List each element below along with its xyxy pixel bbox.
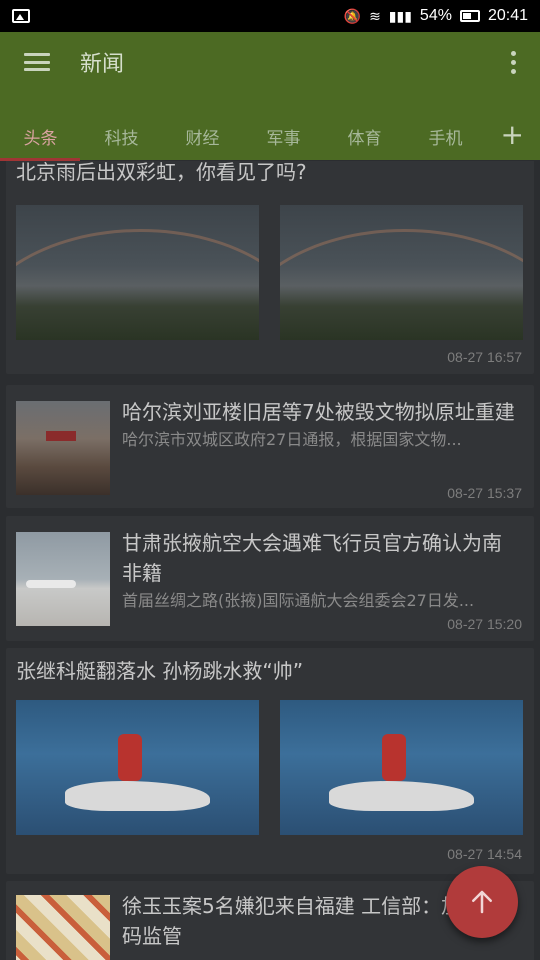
news-time: 08-27 15:37 [447, 485, 522, 501]
tab-military[interactable]: 军事 [243, 124, 324, 149]
clock: 20:41 [487, 7, 528, 24]
news-thumbnail [16, 532, 110, 626]
menu-icon[interactable] [24, 53, 50, 71]
news-summary: 哈尔滨市双城区政府27日通报，根据国家文物... [122, 430, 462, 449]
arrow-up-icon [472, 890, 492, 914]
battery-percent: 54% [419, 7, 452, 24]
news-title: 哈尔滨刘亚楼旧居等7处被毁文物拟原址重建 [122, 400, 515, 424]
news-card[interactable]: 北京雨后出双彩虹，你看见了吗? 08-27 16:57 [6, 161, 534, 374]
tab-sports[interactable]: 体育 [324, 124, 405, 149]
news-thumbnail [16, 895, 110, 960]
news-card[interactable]: 哈尔滨刘亚楼旧居等7处被毁文物拟原址重建 哈尔滨市双城区政府27日通报，根据国家… [6, 385, 534, 508]
news-image [16, 205, 259, 340]
wifi-icon: ≋ [369, 7, 381, 24]
news-card[interactable]: 张继科艇翻落水 孙杨跳水救“帅” 08-27 14:54 [6, 648, 534, 874]
news-title: 北京雨后出双彩虹，你看见了吗? [16, 161, 307, 184]
status-bar: 🔕 ≋ ▮▮▮ 54% 20:41 [0, 0, 540, 32]
news-image [280, 205, 523, 340]
news-time: 08-27 15:20 [447, 616, 522, 632]
news-thumbnail [16, 401, 110, 495]
gallery-notification-icon [12, 9, 30, 23]
app-title: 新闻 [80, 52, 125, 77]
news-title: 张继科艇翻落水 孙杨跳水救“帅” [16, 659, 304, 683]
tab-mobile[interactable]: 手机 [405, 124, 486, 149]
tab-tech[interactable]: 科技 [81, 124, 162, 149]
tab-finance[interactable]: 财经 [162, 124, 243, 149]
battery-icon [459, 10, 480, 22]
scroll-to-top-button[interactable] [446, 866, 518, 938]
category-tabs: 头条 科技 财经 军事 体育 手机 + [0, 112, 540, 160]
news-time: 08-27 14:54 [447, 846, 522, 862]
news-image [280, 700, 523, 835]
news-time: 08-27 16:57 [447, 349, 522, 365]
news-title: 甘肃张掖航空大会遇难飞行员官方确认为南非籍 [122, 531, 502, 585]
app-toolbar: 新闻 头条 科技 财经 军事 体育 手机 + [0, 32, 540, 160]
news-feed[interactable]: 北京雨后出双彩虹，你看见了吗? 08-27 16:57 哈尔滨刘亚楼旧居等7处被… [0, 161, 540, 960]
plus-icon[interactable]: + [501, 118, 524, 151]
status-indicators: 🔕 ≋ ▮▮▮ 54% 20:41 [344, 7, 528, 25]
mute-icon: 🔕 [343, 7, 362, 24]
signal-icon: ▮▮▮ [388, 7, 412, 24]
more-options-icon[interactable] [503, 47, 524, 78]
news-image [16, 700, 259, 835]
news-summary: 首届丝绸之路(张掖)国际通航大会组委会27日发... [122, 591, 475, 610]
tab-headlines[interactable]: 头条 [0, 124, 81, 149]
news-card[interactable]: 甘肃张掖航空大会遇难飞行员官方确认为南非籍 首届丝绸之路(张掖)国际通航大会组委… [6, 516, 534, 641]
